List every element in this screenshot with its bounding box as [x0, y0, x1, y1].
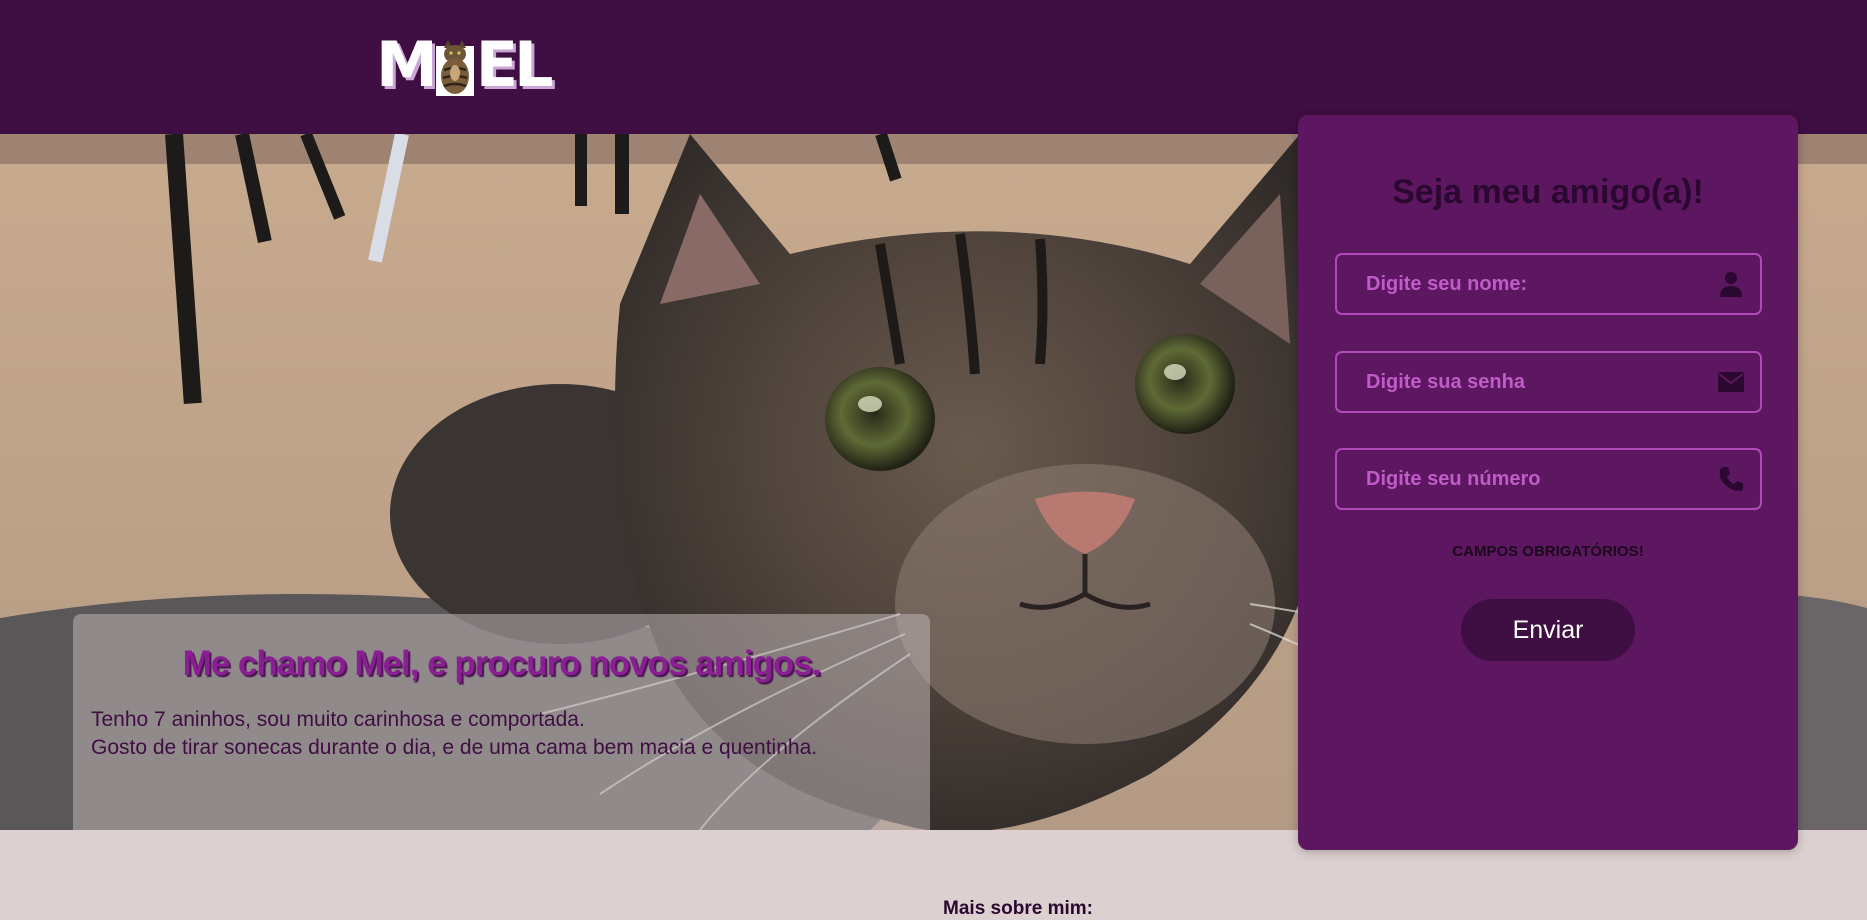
intro-line-2: Gosto de tirar sonecas durante o dia, e … — [91, 736, 818, 759]
required-note: CAMPOS OBRIGATÓRIOS! — [1452, 543, 1644, 560]
more-about-me-heading: Mais sobre mim: — [943, 898, 1093, 919]
signup-form: Seja meu amigo(a)! Digite seu nome: Digi… — [1298, 115, 1798, 850]
submit-button[interactable]: Enviar — [1461, 599, 1635, 661]
logo-text-right: EL — [475, 28, 554, 101]
password-placeholder: Digite sua senha — [1366, 370, 1525, 393]
phone-placeholder: Digite seu número — [1366, 467, 1541, 490]
phone-field[interactable]: Digite seu número — [1335, 448, 1762, 510]
intro-line-1: Tenho 7 aninhos, sou muito carinhosa e c… — [91, 708, 585, 731]
name-field[interactable]: Digite seu nome: — [1335, 253, 1762, 315]
logo-text-left: M — [376, 28, 438, 101]
form-title: Seja meu amigo(a)! — [1392, 173, 1704, 211]
intro-panel: Me chamo Mel, e procuro novos amigos. Te… — [73, 614, 930, 830]
envelope-icon — [1716, 367, 1746, 397]
name-placeholder: Digite seu nome: — [1366, 272, 1528, 295]
logo[interactable]: M EL — [376, 28, 554, 101]
password-field[interactable]: Digite sua senha — [1335, 351, 1762, 413]
phone-icon — [1716, 464, 1746, 494]
intro-title: Me chamo Mel, e procuro novos amigos. — [182, 644, 822, 683]
user-icon — [1716, 269, 1746, 299]
cat-icon — [432, 40, 478, 96]
site-header: M EL — [0, 0, 1867, 134]
